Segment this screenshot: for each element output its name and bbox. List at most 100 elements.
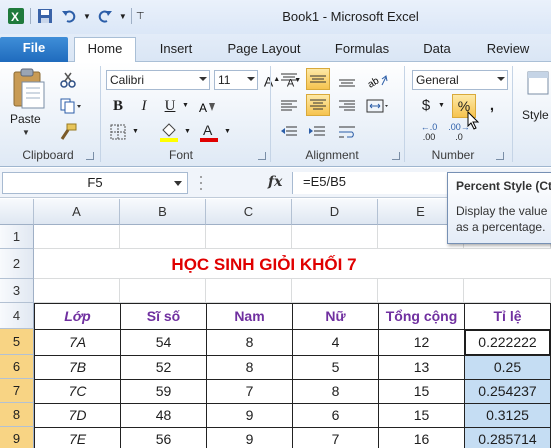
increase-indent-icon[interactable] [306, 122, 328, 142]
fill-color-dropdown-icon[interactable]: ▼ [184, 128, 191, 135]
styles-button-label[interactable]: Style [522, 108, 549, 122]
table-cell[interactable]: 4 [292, 329, 379, 356]
table-cell[interactable]: 52 [120, 355, 207, 380]
wrap-text-icon[interactable] [336, 122, 358, 142]
font-color-dropdown-icon[interactable]: ▼ [224, 128, 231, 135]
cell[interactable] [120, 225, 206, 249]
font-size-combo[interactable]: 11 [214, 70, 258, 90]
table-header-cell[interactable]: Lớp [34, 303, 121, 330]
number-launcher-icon[interactable] [496, 152, 504, 160]
table-cell[interactable]: 7B [34, 355, 121, 380]
font-launcher-icon[interactable] [258, 152, 266, 160]
tab-data[interactable]: Data [414, 38, 460, 62]
table-cell[interactable]: 16 [378, 427, 465, 448]
cell[interactable] [292, 225, 378, 249]
paste-button[interactable]: Paste [10, 112, 41, 126]
cell[interactable] [206, 279, 292, 303]
column-header[interactable]: A [34, 199, 120, 225]
table-cell[interactable]: 8 [206, 329, 293, 356]
paste-dropdown-icon[interactable]: ▼ [22, 128, 30, 137]
table-cell[interactable]: 0.25 [464, 355, 551, 380]
row-header[interactable]: 7 [0, 379, 34, 403]
cell[interactable] [120, 279, 206, 303]
table-cell[interactable]: 13 [378, 355, 465, 380]
table-cell[interactable]: 0.3125 [464, 403, 551, 428]
copy-icon[interactable] [58, 96, 84, 116]
table-cell[interactable]: 56 [120, 427, 207, 448]
row-header[interactable]: 2 [0, 249, 34, 279]
table-cell[interactable]: 7C [34, 379, 121, 404]
table-cell[interactable]: 12 [378, 329, 465, 356]
table-cell[interactable]: 59 [120, 379, 207, 404]
align-center-icon[interactable] [306, 94, 330, 116]
table-cell[interactable]: 48 [120, 403, 207, 428]
table-header-cell[interactable]: Tỉ lệ [464, 303, 551, 330]
table-cell[interactable]: 15 [378, 379, 465, 404]
underline-dropdown-icon[interactable]: ▼ [182, 102, 189, 109]
active-cell[interactable]: 0.222222 [464, 329, 551, 356]
cell[interactable] [292, 279, 378, 303]
tab-file[interactable]: File [0, 37, 68, 62]
row-header[interactable]: 8 [0, 403, 34, 427]
table-header-cell[interactable]: Nam [206, 303, 293, 330]
table-cell[interactable]: 8 [292, 379, 379, 404]
styles-icon[interactable] [524, 70, 550, 96]
table-cell[interactable]: 7A [34, 329, 121, 356]
font-color-icon[interactable]: A [198, 120, 220, 144]
cell[interactable] [34, 279, 120, 303]
currency-dropdown-icon[interactable]: ▼ [438, 102, 445, 109]
table-header-cell[interactable]: Sĩ số [120, 303, 207, 330]
align-top-icon[interactable] [278, 70, 300, 90]
table-cell[interactable]: 9 [206, 403, 293, 428]
table-header-cell[interactable]: Nữ [292, 303, 379, 330]
number-format-combo[interactable]: General [412, 70, 508, 90]
tab-page-layout[interactable]: Page Layout [218, 38, 310, 62]
column-header[interactable]: B [120, 199, 206, 225]
merge-center-icon[interactable] [364, 96, 390, 116]
tab-insert[interactable]: Insert [148, 38, 204, 62]
table-cell[interactable]: 6 [292, 403, 379, 428]
cell[interactable] [34, 225, 120, 249]
table-cell[interactable]: 9 [206, 427, 293, 448]
table-header-cell[interactable]: Tổng cộng [378, 303, 465, 330]
clipboard-launcher-icon[interactable] [86, 152, 94, 160]
row-header[interactable]: 6 [0, 355, 34, 379]
tab-home[interactable]: Home [74, 37, 136, 62]
underline-button[interactable]: U [160, 96, 180, 116]
table-cell[interactable]: 15 [378, 403, 465, 428]
orientation-icon[interactable]: ab [364, 70, 390, 90]
column-header[interactable]: C [206, 199, 292, 225]
table-cell[interactable]: 0.285714 [464, 427, 551, 448]
row-header[interactable]: 5 [0, 329, 34, 355]
tab-formulas[interactable]: Formulas [324, 38, 400, 62]
table-cell[interactable]: 0.254237 [464, 379, 551, 404]
increase-decimal-button[interactable]: ←.0.00 [416, 122, 442, 142]
cell[interactable] [206, 225, 292, 249]
font-name-combo[interactable]: Calibri [106, 70, 210, 90]
table-cell[interactable]: 7E [34, 427, 121, 448]
table-cell[interactable]: 54 [120, 329, 207, 356]
cell[interactable] [464, 279, 551, 303]
format-painter-icon[interactable] [58, 122, 78, 142]
table-cell[interactable]: 7 [292, 427, 379, 448]
row-header[interactable]: 4 [0, 303, 34, 329]
fill-color-icon[interactable] [158, 120, 180, 144]
borders-dropdown-icon[interactable]: ▼ [132, 128, 139, 135]
table-cell[interactable]: 7 [206, 379, 293, 404]
table-cell[interactable]: 5 [292, 355, 379, 380]
paste-icon[interactable] [8, 68, 48, 109]
decrease-decimal-button[interactable]: .00→ .0 [446, 122, 472, 142]
align-bottom-icon[interactable] [336, 70, 358, 90]
currency-button[interactable]: $ [416, 96, 436, 116]
align-middle-icon[interactable] [306, 68, 330, 90]
name-box[interactable]: F5 [2, 172, 188, 194]
align-right-icon[interactable] [336, 96, 358, 116]
table-cell[interactable]: 7D [34, 403, 121, 428]
row-header[interactable]: 9 [0, 427, 34, 448]
cell[interactable] [378, 279, 464, 303]
borders-icon[interactable] [108, 122, 128, 142]
bold-button[interactable]: B [108, 96, 128, 116]
column-header[interactable]: D [292, 199, 378, 225]
select-all-corner[interactable] [0, 199, 34, 225]
comma-style-button[interactable]: , [482, 96, 502, 116]
